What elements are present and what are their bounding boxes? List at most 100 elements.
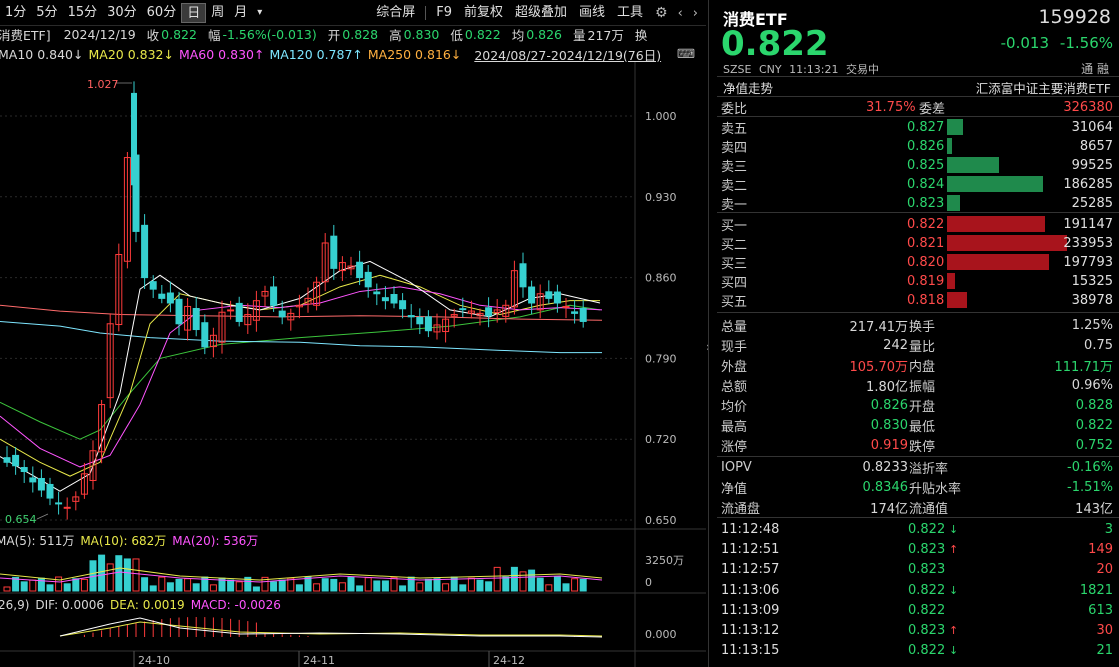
period-dropdown[interactable]: ▾: [252, 3, 267, 23]
stat-value: -0.16%: [1067, 459, 1113, 475]
candle-body: [528, 286, 536, 304]
tool-composite-screen[interactable]: 综合屏: [370, 3, 421, 23]
exchange: SZSE: [723, 63, 752, 76]
macd-legend: 26,9) DIF: 0.0006 DEA: 0.0019 MACD: -0.0…: [0, 596, 287, 614]
dea-line: [59, 621, 603, 637]
macd-dea: DEA: 0.0019: [110, 598, 185, 612]
bid-label: 买四: [721, 275, 748, 291]
candle-body: [407, 315, 415, 318]
tick-volume: 149: [1088, 541, 1113, 557]
divider: [425, 6, 427, 20]
chevron-right-icon[interactable]: ›: [693, 6, 698, 21]
ask-row[interactable]: 卖四 0.826 8657: [721, 136, 1113, 156]
stat-value: 174亿: [870, 501, 908, 517]
ask-price: 0.825: [907, 157, 945, 173]
stat-value: 0.919: [870, 437, 908, 453]
candle-body: [166, 292, 174, 304]
chevron-left-icon[interactable]: ‹: [678, 6, 683, 21]
candle-body: [201, 322, 209, 348]
ma250-label: MA250 0.816↓: [367, 46, 462, 62]
tick-row: 11:12:51 0.823 ↑ 149: [721, 539, 1113, 559]
tick-price: 0.823: [908, 541, 946, 557]
amp-value: -1.56%(-0.013): [222, 26, 317, 42]
keyboard-icon[interactable]: ⌨: [677, 46, 695, 61]
stat-label: 升贴水率: [909, 481, 962, 497]
nav-trend-link[interactable]: 净值走势: [723, 78, 773, 97]
candle-body: [356, 261, 364, 279]
bid-volume-bar: [947, 254, 1049, 270]
bid-label: 买一: [721, 218, 748, 234]
volume-bar: [424, 578, 432, 592]
stat-row: 总量 217.41万 换手 1.25%: [721, 315, 1113, 335]
period-month[interactable]: 月: [229, 3, 252, 23]
tick-time: 11:13:12: [721, 622, 780, 638]
candle-body: [381, 297, 389, 302]
period-5min[interactable]: 5分: [31, 3, 62, 23]
ask-row[interactable]: 卖一 0.823 25285: [721, 193, 1113, 213]
macd-value: MACD: -0.0026: [190, 598, 281, 612]
period-60min[interactable]: 60分: [142, 3, 182, 23]
ma20-label: MA20 0.832↓: [88, 46, 174, 62]
volume-bar: [20, 581, 28, 592]
bid-label: 买三: [721, 256, 748, 272]
period-week[interactable]: 周: [206, 3, 229, 23]
tool-draw-line[interactable]: 画线: [573, 3, 611, 23]
period-1min[interactable]: 1分: [0, 3, 31, 23]
candle-body: [485, 307, 493, 317]
volume-bar: [295, 584, 303, 592]
bid-price: 0.820: [907, 254, 945, 270]
ask-label: 卖一: [721, 197, 748, 213]
webi-label: 委比: [721, 101, 748, 117]
fund-stat-row: IOPV 0.8233 溢折率 -0.16%: [721, 457, 1113, 477]
ask-label: 卖二: [721, 178, 748, 194]
stat-value: 0.822: [1075, 417, 1113, 433]
y-tick-label: 0.860: [645, 272, 677, 285]
kline-chart[interactable]: 1.0000.9300.8600.7900.7200.650 24-10 24-1…: [0, 62, 706, 667]
price-change-pct: -1.56%: [1059, 34, 1113, 52]
candle-body: [571, 311, 579, 314]
stat-row: 涨停 0.919 跌停 0.752: [721, 435, 1113, 455]
candle-body: [131, 92, 137, 186]
vol-label: 量: [573, 27, 586, 43]
stat-value: 105.70万: [849, 359, 909, 375]
wecha-value: 326380: [1063, 99, 1113, 115]
margin-icons[interactable]: 通 融: [1081, 60, 1109, 77]
stat-label: 流通值: [909, 501, 949, 517]
macd-params: 26,9): [0, 598, 30, 612]
volume-bar: [209, 584, 217, 592]
volume-bar: [304, 576, 312, 592]
settings-icon[interactable]: ⚙: [655, 5, 668, 21]
vol-ma5: MA(5): 511万: [0, 533, 75, 548]
quote-panel: 消费ETF 159928 0.822 -0.013 -1.56% SZSE CN…: [708, 0, 1119, 667]
volume-bar: [390, 577, 398, 592]
tool-forward-adjust[interactable]: 前复权: [458, 3, 509, 23]
candles: [3, 81, 587, 520]
ask-row[interactable]: 卖五 0.827 31064: [721, 117, 1113, 137]
ask-row[interactable]: 卖二 0.824 186285: [721, 174, 1113, 194]
low-leader-line: [36, 513, 49, 520]
volume-bar: [433, 578, 441, 592]
period-15min[interactable]: 15分: [63, 3, 103, 23]
bid-row[interactable]: 买一 0.822 191147: [721, 214, 1113, 234]
ask-row[interactable]: 卖三 0.825 99525: [721, 155, 1113, 175]
ask-label: 卖四: [721, 140, 748, 156]
stat-label: 换手: [909, 319, 936, 335]
tool-f9[interactable]: F9: [430, 3, 458, 23]
candle-body: [553, 291, 561, 304]
bid-volume: 197793: [1063, 254, 1113, 270]
current-price: 0.822: [721, 24, 829, 64]
high-value: 0.830: [403, 26, 440, 42]
bid-row[interactable]: 买五 0.818 38978: [721, 290, 1113, 310]
bid-row[interactable]: 买三 0.820 197793: [721, 252, 1113, 272]
period-day[interactable]: 日: [181, 2, 207, 23]
low-value: 0.822: [464, 26, 501, 42]
period-30min[interactable]: 30分: [102, 3, 142, 23]
bid-row[interactable]: 买二 0.821 233953: [721, 233, 1113, 253]
bid-volume: 191147: [1063, 216, 1113, 232]
bid-row[interactable]: 买四 0.819 15325: [721, 271, 1113, 291]
ask-volume-bar: [947, 119, 963, 135]
tool-super-overlay[interactable]: 超级叠加: [509, 3, 573, 23]
stat-label: 均价: [721, 399, 748, 415]
security-name: 消费ETF]: [0, 27, 51, 43]
tool-tools[interactable]: 工具: [611, 3, 649, 23]
